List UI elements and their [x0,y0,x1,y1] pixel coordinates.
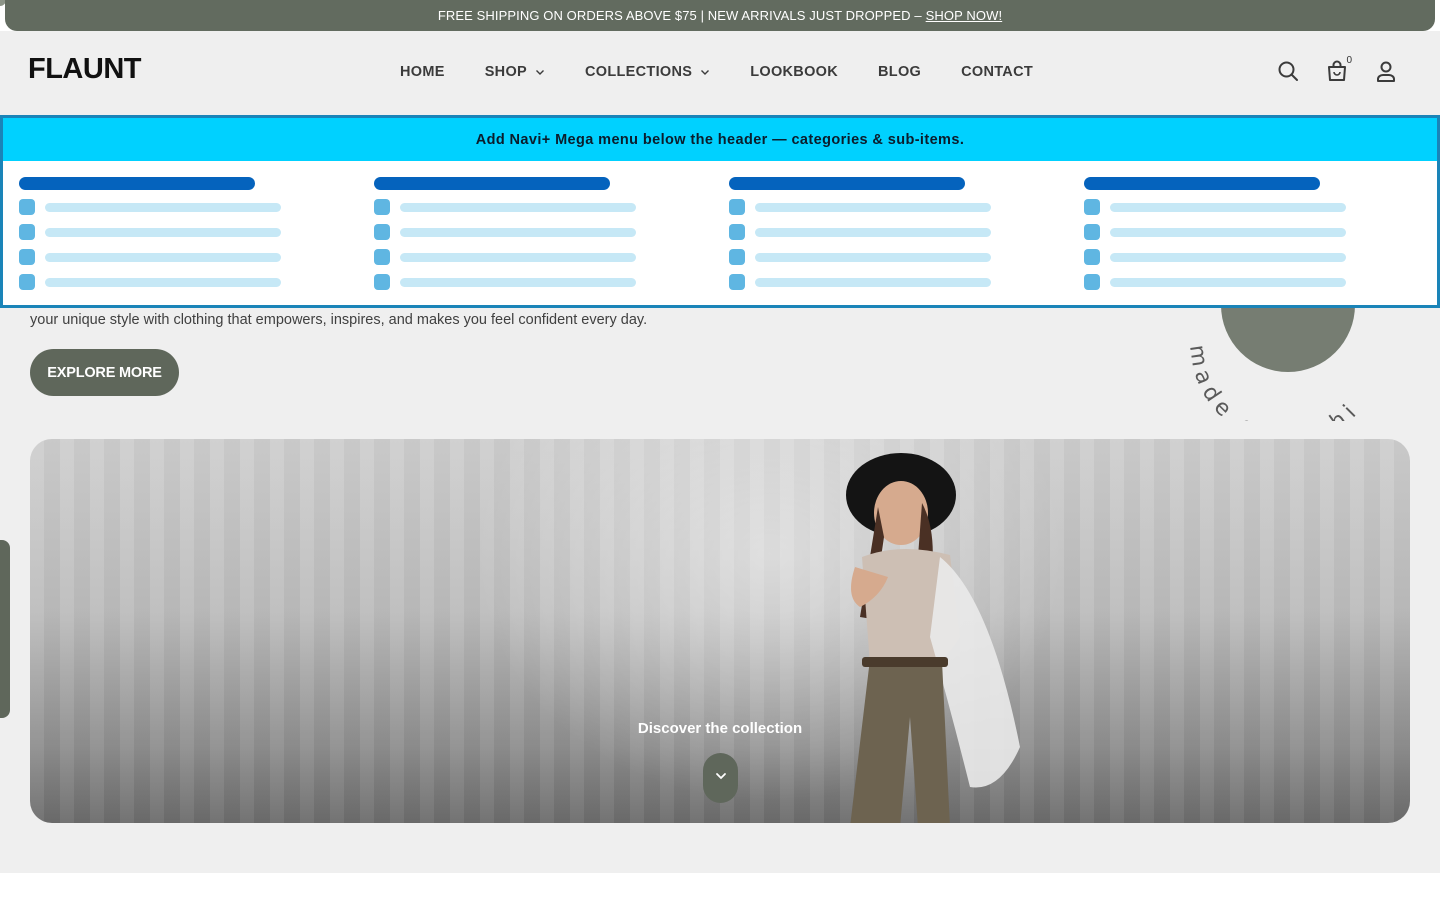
sub-item-bullet [374,199,390,215]
mega-menu-banner: Add Navi+ Mega menu below the header — c… [3,118,1437,161]
nav-contact-label: CONTACT [961,64,1034,80]
sub-item-placeholder [19,199,284,215]
sub-item-line [1110,278,1346,287]
sub-item-line [1110,253,1346,262]
announcement-bar: FREE SHIPPING ON ORDERS ABOVE $75 | NEW … [5,0,1435,31]
nav-lookbook-label: LOOKBOOK [750,64,839,80]
site-logo[interactable]: FLAUNT [28,53,141,86]
sub-item-placeholder [374,224,639,240]
chevron-down-icon [535,67,545,77]
sub-item-line [400,228,636,237]
side-drawer-tab[interactable] [0,540,10,718]
main-nav: HOME SHOP COLLECTIONS LOOKBOOK BLOG CONT… [400,64,1033,80]
nav-blog-label: BLOG [878,64,922,80]
mega-menu-placeholder: Add Navi+ Mega menu below the header — c… [0,115,1440,308]
hero-banner: Discover the collection [30,439,1410,823]
sub-item-placeholder [1084,199,1349,215]
chevron-down-icon [714,769,728,788]
sub-item-line [45,253,281,262]
hero-description: your unique style with clothing that emp… [30,312,648,328]
sub-item-bullet [374,224,390,240]
announcement-text: FREE SHIPPING ON ORDERS ABOVE $75 | NEW … [437,8,922,23]
search-icon[interactable] [1276,59,1300,83]
column-title-placeholder [374,177,610,190]
sub-item-bullet [729,274,745,290]
nav-home-label: HOME [400,64,445,80]
header-icons: 0 [1276,55,1398,83]
sub-item-placeholder [1084,224,1349,240]
sub-item-line [400,278,636,287]
account-icon[interactable] [1374,59,1398,83]
sub-item-line [1110,203,1346,212]
sub-item-placeholder [19,224,284,240]
sub-item-line [755,228,991,237]
sub-item-placeholder [374,274,639,290]
sub-item-line [755,278,991,287]
nav-contact[interactable]: CONTACT [961,64,1033,80]
sub-item-placeholder [1084,249,1349,265]
sub-item-bullet [19,224,35,240]
cart-icon[interactable]: 0 [1325,55,1352,83]
nav-home[interactable]: HOME [400,64,445,80]
mega-menu-column [19,177,374,297]
sub-item-placeholder [729,199,994,215]
mega-menu-column [1084,177,1439,297]
chevron-down-icon [700,67,710,77]
sub-item-line [45,278,281,287]
sub-item-bullet [1084,274,1100,290]
sub-item-line [400,203,636,212]
nav-shop-label: SHOP [484,64,527,80]
sub-item-bullet [374,274,390,290]
sub-item-bullet [19,274,35,290]
sub-item-bullet [1084,249,1100,265]
explore-more-button[interactable]: EXPLORE MORE [30,349,179,396]
sub-item-placeholder [729,274,994,290]
sub-item-placeholder [374,199,639,215]
sub-item-bullet [374,249,390,265]
sub-item-bullet [1084,199,1100,215]
sub-item-line [755,253,991,262]
sub-item-bullet [19,249,35,265]
nav-blog[interactable]: BLOG [878,64,921,80]
sub-item-placeholder [19,274,284,290]
mega-menu-column [729,177,1084,297]
sub-item-placeholder [19,249,284,265]
sub-item-placeholder [374,249,639,265]
nav-lookbook[interactable]: LOOKBOOK [750,64,838,80]
cart-count: 0 [1346,55,1352,66]
mega-menu-column [374,177,729,297]
sub-item-line [45,228,281,237]
sub-item-bullet [729,224,745,240]
sub-item-placeholder [729,224,994,240]
scroll-down-button[interactable] [703,753,738,803]
site-header: FLAUNT HOME SHOP COLLECTIONS LOOKBOOK BL… [0,31,1440,115]
column-title-placeholder [19,177,255,190]
nav-shop[interactable]: SHOP [485,64,545,80]
discover-collection-text: Discover the collection [637,720,803,737]
model-image [846,453,1020,823]
shop-now-link[interactable]: SHOP NOW! [926,8,1003,23]
mega-menu-columns [19,177,1439,297]
sub-item-bullet [19,199,35,215]
column-title-placeholder [1084,177,1320,190]
nav-collections-label: COLLECTIONS [585,64,693,80]
sub-item-bullet [1084,224,1100,240]
sub-item-bullet [729,249,745,265]
column-title-placeholder [729,177,965,190]
sub-item-line [45,203,281,212]
sub-item-line [400,253,636,262]
sub-item-line [755,203,991,212]
nav-collections[interactable]: COLLECTIONS [585,64,710,80]
sub-item-placeholder [1084,274,1349,290]
sub-item-line [1110,228,1346,237]
sub-item-bullet [729,199,745,215]
sub-item-placeholder [729,249,994,265]
